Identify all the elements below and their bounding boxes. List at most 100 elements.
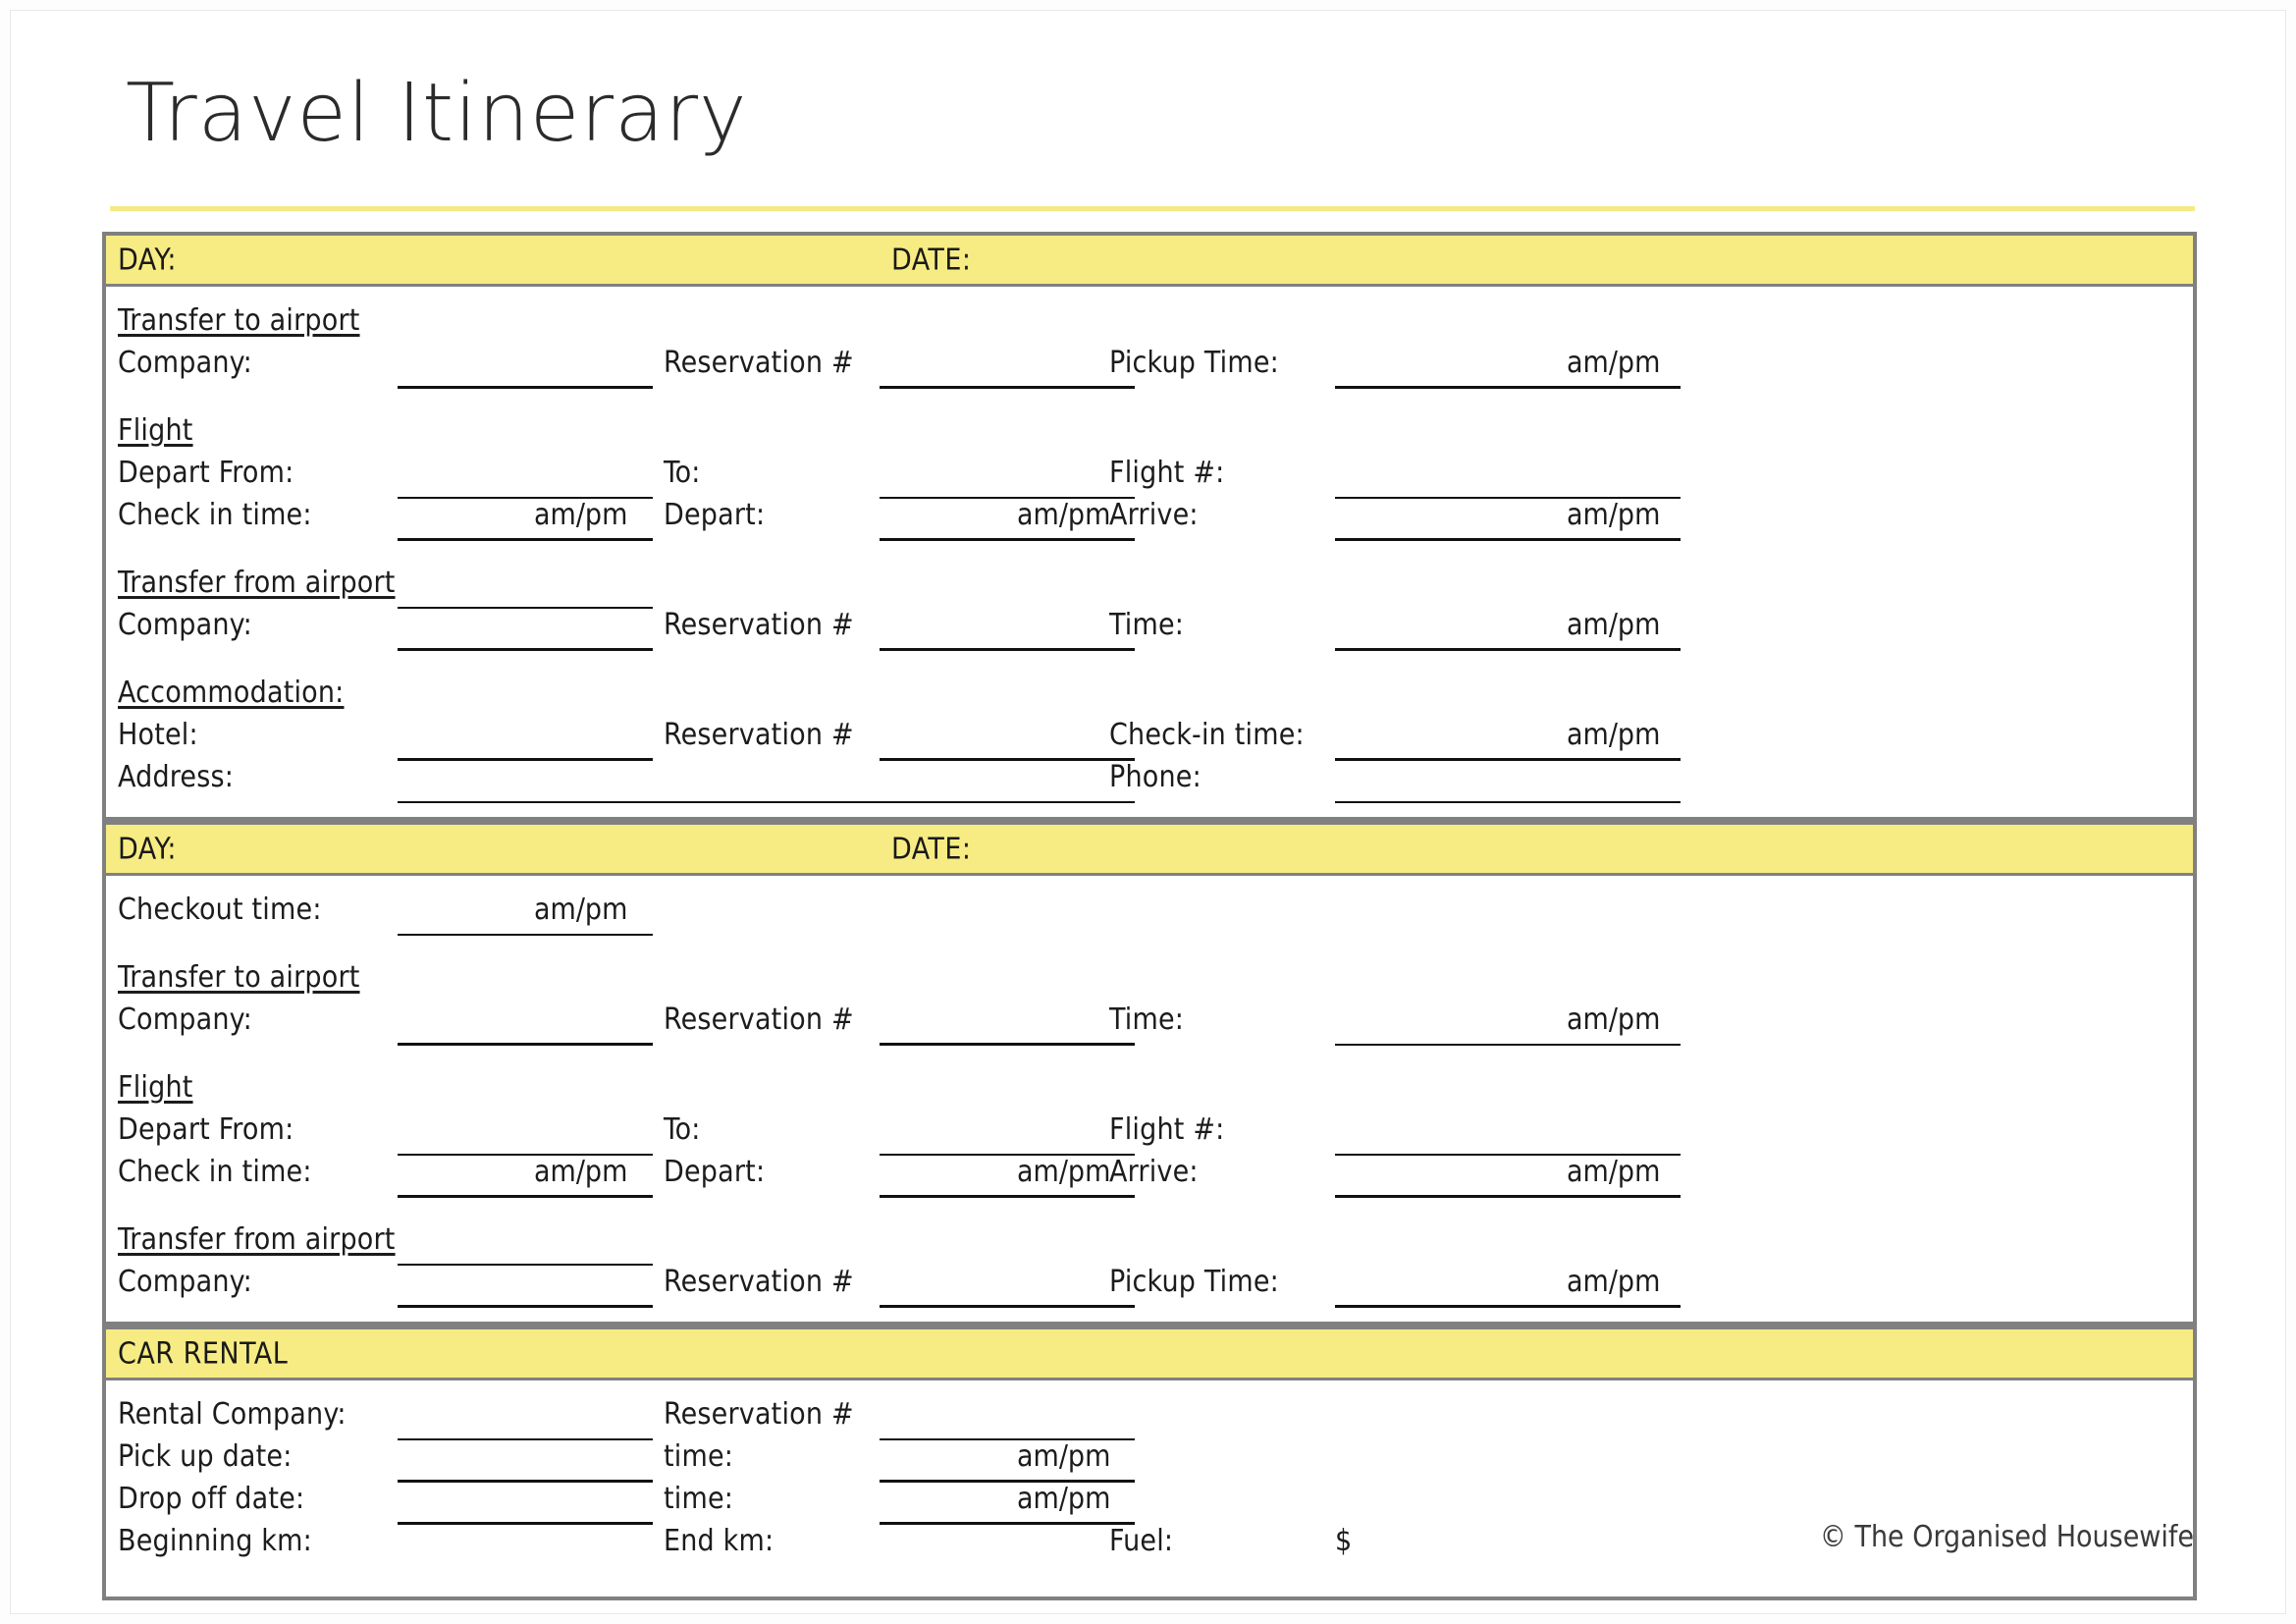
pickup-time-label: Pickup Time: — [1109, 346, 1279, 380]
company-input-line[interactable] — [398, 1043, 653, 1046]
drop-off-date-label: Drop off date: — [118, 1482, 305, 1516]
time-label: Time: — [1109, 608, 1185, 642]
day-two-header-band: DAY: DATE: — [102, 821, 2197, 876]
car-rental-header-band: CAR RENTAL — [102, 1326, 2197, 1380]
transfer-to-company-row: Company: Reservation # Pickup Time: am/p… — [118, 343, 2181, 389]
arrive-input-line[interactable] — [1335, 1195, 1681, 1198]
checkout-time-input-line[interactable] — [398, 934, 653, 936]
accommodation-heading-row: Accommodation: — [118, 673, 2181, 715]
flight-depart-from-row: Depart From: To: Flight #: — [118, 1110, 2181, 1156]
company-input-line[interactable] — [398, 386, 653, 389]
ampm-marker: am/pm — [534, 1155, 628, 1189]
checkout-time-row: Checkout time: am/pm — [118, 890, 2181, 936]
car-rental-body: Rental Company: Reservation # Pick up da… — [102, 1380, 2197, 1600]
reservation-label: Reservation # — [664, 346, 854, 380]
pickup-time-input-line[interactable] — [1335, 1305, 1681, 1308]
reservation-label: Reservation # — [664, 1265, 854, 1299]
ampm-marker: am/pm — [1567, 498, 1661, 532]
pickup-time-input-line[interactable] — [1335, 386, 1681, 389]
flight-heading: Flight — [118, 1070, 193, 1105]
flight-check-in-row: Check in time: am/pm Depart: am/pm Arriv… — [118, 1152, 2181, 1198]
pickup-time-label: Pickup Time: — [1109, 1265, 1279, 1299]
drop-off-date-row: Drop off date: time: am/pm — [118, 1479, 2181, 1525]
check-in-time-input-line[interactable] — [398, 538, 653, 541]
fuel-currency-symbol: $ — [1335, 1524, 1353, 1558]
day-label: DAY: — [118, 832, 177, 866]
company-label: Company: — [118, 346, 252, 380]
depart-input-line[interactable] — [880, 538, 1135, 541]
time-label: Time: — [1109, 1002, 1185, 1037]
accommodation-hotel-row: Hotel: Reservation # Check-in time: am/p… — [118, 715, 2181, 761]
company-input-line[interactable] — [398, 648, 653, 651]
pick-up-time-label: time: — [664, 1439, 734, 1474]
transfer-from-airport-heading-row: Transfer from airport — [118, 563, 2181, 609]
company-label: Company: — [118, 1265, 252, 1299]
ampm-marker: am/pm — [534, 498, 628, 532]
rental-company-label: Rental Company: — [118, 1397, 347, 1432]
pick-up-date-label: Pick up date: — [118, 1439, 293, 1474]
rental-company-row: Rental Company: Reservation # — [118, 1394, 2181, 1440]
check-in-time-label: Check in time: — [118, 1155, 312, 1189]
reservation-input-line[interactable] — [880, 648, 1135, 651]
check-in-time-label: Check in time: — [118, 498, 312, 532]
depart-from-label: Depart From: — [118, 456, 294, 490]
arrive-label: Arrive: — [1109, 498, 1199, 532]
flight-depart-from-row: Depart From: To: Flight #: — [118, 453, 2181, 499]
date-label: DATE: — [891, 832, 972, 866]
address-input-line[interactable] — [398, 801, 1135, 803]
pick-up-date-row: Pick up date: time: am/pm — [118, 1436, 2181, 1483]
ampm-marker: am/pm — [1017, 1482, 1111, 1516]
title-underline-rule — [110, 206, 2195, 211]
end-km-label: End km: — [664, 1524, 774, 1558]
ampm-marker: am/pm — [1567, 1155, 1661, 1189]
phone-label: Phone: — [1109, 760, 1201, 794]
beginning-km-label: Beginning km: — [118, 1524, 312, 1558]
day-one-body: Transfer to airport Company: Reservation… — [102, 287, 2197, 821]
fuel-label: Fuel: — [1109, 1524, 1174, 1558]
company-label: Company: — [118, 608, 252, 642]
ampm-marker: am/pm — [1567, 608, 1661, 642]
time-input-line[interactable] — [1335, 1044, 1681, 1046]
flight-number-label: Flight #: — [1109, 1112, 1225, 1147]
accommodation-heading: Accommodation: — [118, 676, 345, 710]
reservation-input-line[interactable] — [880, 1043, 1135, 1046]
transfer-from-company-row: Company: Reservation # Pickup Time: am/p… — [118, 1262, 2181, 1308]
itinerary-page: Travel Itinerary DAY: DATE: Transfer to … — [0, 0, 2296, 1624]
ampm-marker: am/pm — [534, 893, 628, 927]
transfer-to-airport-heading-row: Transfer to airport — [118, 957, 2181, 1000]
company-input-line[interactable] — [398, 1305, 653, 1308]
flight-check-in-row: Check in time: am/pm Depart: am/pm Arriv… — [118, 495, 2181, 541]
time-input-line[interactable] — [1335, 648, 1681, 651]
arrive-input-line[interactable] — [1335, 538, 1681, 541]
check-in-time-label: Check-in time: — [1109, 718, 1305, 752]
ampm-marker: am/pm — [1017, 1155, 1111, 1189]
day-one-header-band: DAY: DATE: — [102, 232, 2197, 287]
reservation-input-line[interactable] — [880, 386, 1135, 389]
flight-heading-row: Flight — [118, 410, 2181, 453]
reservation-input-line[interactable] — [880, 1305, 1135, 1308]
to-label: To: — [664, 1112, 701, 1147]
copyright-footer: © The Organised Housewife — [1819, 1520, 2194, 1554]
itinerary-sheet: DAY: DATE: Transfer to airport Company: … — [102, 232, 2197, 1600]
ampm-marker: am/pm — [1567, 1002, 1661, 1037]
flight-heading: Flight — [118, 413, 193, 448]
ampm-marker: am/pm — [1017, 498, 1111, 532]
check-in-time-input-line[interactable] — [398, 1195, 653, 1198]
drop-off-time-label: time: — [664, 1482, 734, 1516]
depart-input-line[interactable] — [880, 1195, 1135, 1198]
flight-heading-row: Flight — [118, 1067, 2181, 1110]
ampm-marker: am/pm — [1567, 346, 1661, 380]
transfer-from-airport-heading-row: Transfer from airport — [118, 1219, 2181, 1266]
transfer-to-airport-heading-row: Transfer to airport — [118, 300, 2181, 343]
accommodation-address-row: Address: Phone: — [118, 757, 2181, 803]
checkout-time-label: Checkout time: — [118, 893, 322, 927]
ampm-marker: am/pm — [1567, 718, 1661, 752]
phone-input-line[interactable] — [1335, 801, 1681, 803]
car-rental-label: CAR RENTAL — [118, 1336, 289, 1371]
transfer-to-airport-heading: Transfer to airport — [118, 303, 360, 338]
day-label: DAY: — [118, 243, 177, 277]
arrive-label: Arrive: — [1109, 1155, 1199, 1189]
flight-number-label: Flight #: — [1109, 456, 1225, 490]
date-label: DATE: — [891, 243, 972, 277]
company-label: Company: — [118, 1002, 252, 1037]
